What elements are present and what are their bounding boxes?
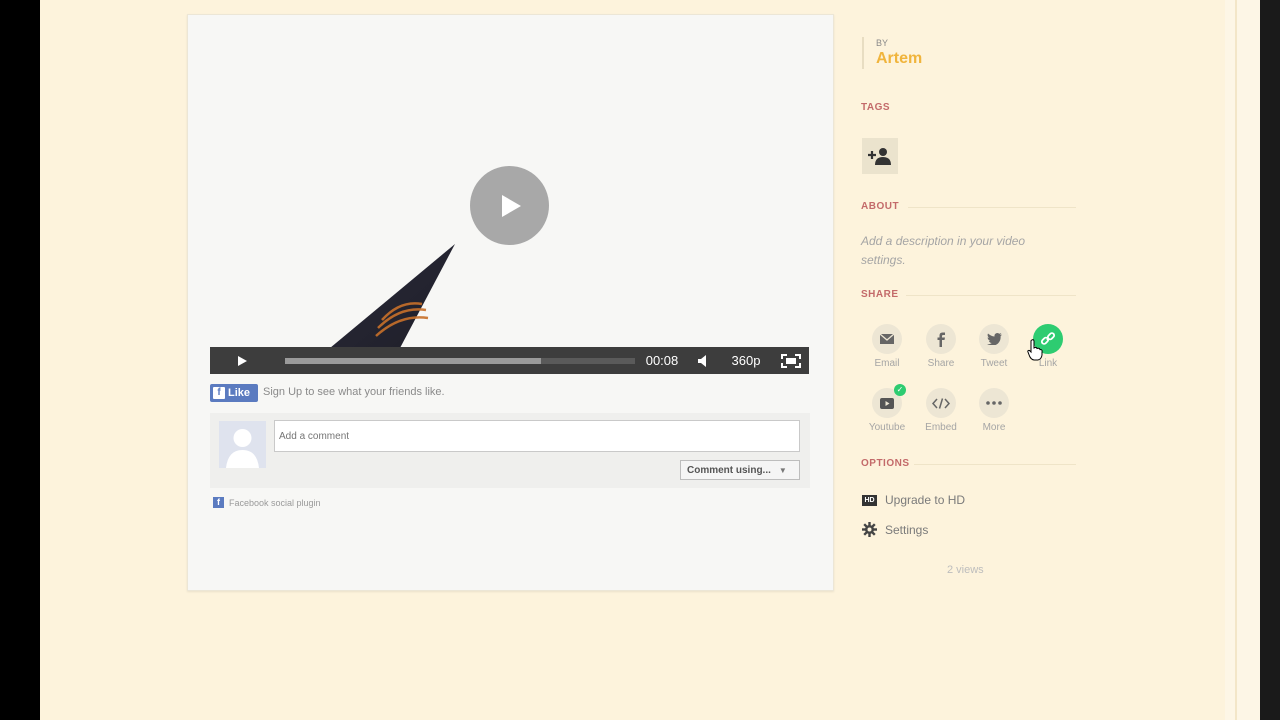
facebook-like-button[interactable]: f Like [210,384,258,402]
comment-using-label: Comment using... [687,464,771,476]
author-name[interactable]: Artem [876,50,922,68]
share-more-label: More [982,422,1006,433]
about-description: Add a description in your video settings… [861,234,1026,267]
current-time: 00:08 [645,353,679,368]
share-embed-button[interactable]: Embed [917,388,965,433]
window-edge-line [1235,0,1237,720]
facebook-icon [937,332,945,347]
hd-icon: HD [862,494,877,506]
twitter-icon [986,333,1002,345]
email-icon [880,334,894,344]
tags-title: TAGS [861,102,891,113]
share-youtube-button[interactable]: ✓ Youtube [863,384,911,433]
plugin-label: Facebook social plugin [229,497,321,508]
share-email-button[interactable]: Email [863,324,911,369]
volume-button[interactable] [696,347,712,374]
caret-down-icon: ▼ [778,465,787,475]
connected-check-icon: ✓ [894,384,906,396]
speaker-icon [698,354,706,367]
share-twitter-circle [979,324,1009,354]
share-facebook-button[interactable]: Share [917,324,965,369]
share-title: SHARE [861,289,899,300]
options-divider [914,464,1076,465]
options-title: OPTIONS [861,458,910,469]
facebook-icon: f [213,497,224,508]
avatar [219,421,266,468]
airplane-tail-thumbnail [330,244,455,348]
progress-bar[interactable] [285,358,635,364]
author-divider [862,37,864,69]
quality-selector[interactable]: 360p [728,347,764,374]
window-edge [1225,0,1280,720]
upgrade-hd-option[interactable]: HD Upgrade to HD [862,493,965,507]
user-silhouette-icon [219,421,266,468]
share-more-button[interactable]: More [970,388,1018,433]
window-border [1260,0,1280,720]
share-embed-circle [926,388,956,418]
add-tag-button[interactable] [862,138,898,174]
like-signup-text[interactable]: Sign Up to see what your friends like. [263,386,445,398]
progress-fill [285,358,541,364]
youtube-icon [880,397,894,409]
facebook-plugin-credit[interactable]: f Facebook social plugin [213,497,321,508]
settings-option[interactable]: Settings [862,522,928,537]
share-youtube-circle: ✓ [872,384,906,418]
share-email-circle [872,324,902,354]
share-twitter-button[interactable]: Tweet [970,324,1018,369]
share-email-label: Email [874,358,900,369]
by-label: BY [876,38,889,48]
about-divider [908,207,1076,208]
gear-icon [862,522,877,537]
upgrade-hd-label: Upgrade to HD [885,493,966,507]
view-count: 2 views [947,564,984,576]
share-twitter-label: Tweet [980,358,1008,369]
facebook-icon: f [213,387,225,399]
settings-label: Settings [885,522,929,537]
like-label: Like [228,387,251,399]
comment-using-dropdown[interactable]: Comment using... ▼ [680,460,800,480]
add-person-icon [868,148,891,165]
comment-input[interactable] [274,420,800,452]
play-control-button[interactable] [232,347,252,374]
big-play-button[interactable] [470,166,549,245]
share-more-circle [979,388,1009,418]
share-embed-label: Embed [925,422,957,433]
play-icon [502,195,521,217]
share-divider [906,295,1076,296]
embed-icon [932,397,950,409]
video-controls-bar: 00:08 360p [210,347,809,374]
play-icon [238,355,247,366]
fullscreen-icon [781,353,801,368]
share-youtube-label: Youtube [868,422,906,433]
hand-cursor-icon [1027,339,1043,361]
more-icon [986,401,1002,405]
share-facebook-circle [926,324,956,354]
about-title: ABOUT [861,201,900,212]
share-facebook-label: Share [927,358,955,369]
fullscreen-button[interactable] [780,347,802,374]
